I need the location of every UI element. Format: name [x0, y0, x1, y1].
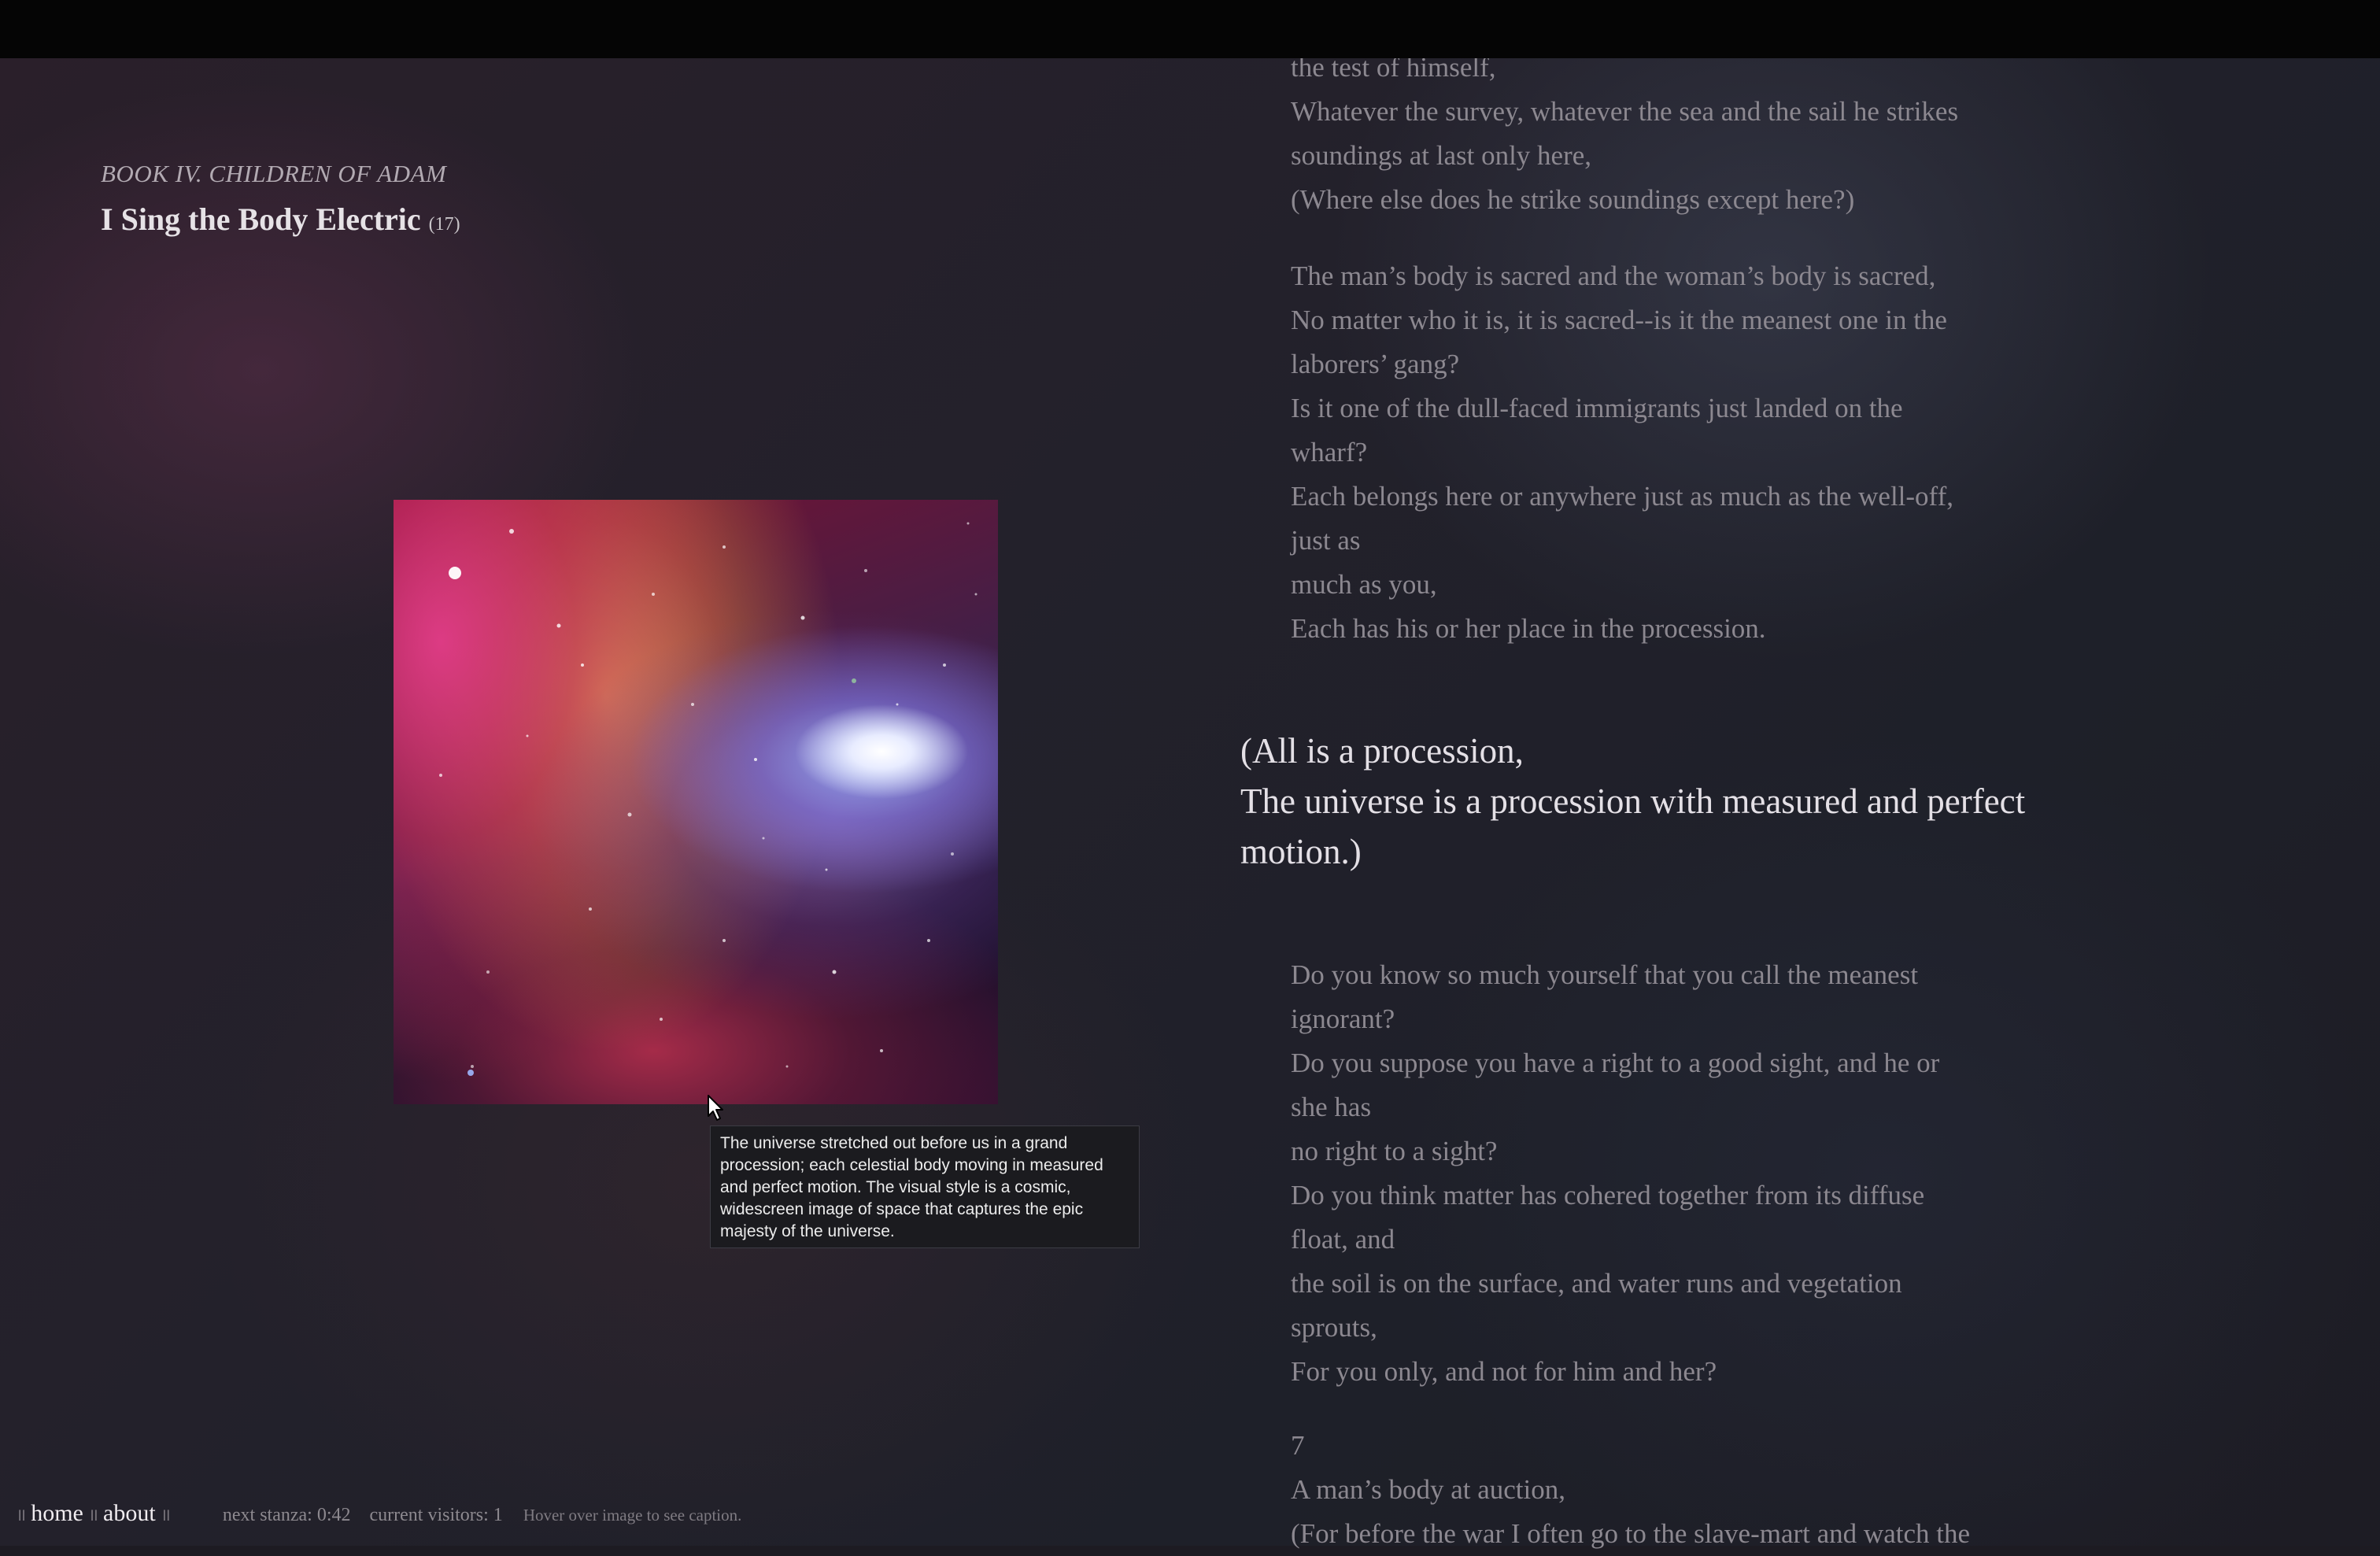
poem-line: (Where else does he strike soundings exc… — [1291, 184, 1855, 215]
poem-text: the test of himself, Whatever the survey… — [0, 0, 2380, 1549]
poem-line: Do you know so much yourself that you ca… — [1291, 959, 1919, 990]
poem-line: A man’s body at auction, — [1291, 1474, 1565, 1505]
poem-line: just as — [1291, 525, 1361, 556]
poem-line: (For before the war I often go to the sl… — [1291, 1518, 1971, 1549]
poem-line: laborers’ gang? — [1291, 349, 1460, 379]
highlighted-stanza: (All is a procession, The universe is a … — [1240, 726, 2025, 877]
image-caption-tooltip: The universe stretched out before us in … — [710, 1125, 1140, 1248]
poem-line: For you only, and not for him and her? — [1291, 1356, 1717, 1387]
poem-line: The man’s body is sacred and the woman’s… — [1291, 261, 1936, 291]
stanza-3: Do you know so much yourself that you ca… — [1291, 953, 1939, 1394]
poem-line: no right to a sight? — [1291, 1136, 1498, 1166]
poem-line: Do you think matter has cohered together… — [1291, 1180, 1925, 1210]
poem-line: the soil is on the surface, and water ru… — [1291, 1268, 1902, 1299]
stanza-2: The man’s body is sacred and the woman’s… — [1291, 254, 1953, 651]
visitor-count: current visitors: 1 — [369, 1505, 503, 1525]
poem-line: wharf? — [1291, 437, 1368, 468]
separator: ॥ — [16, 1505, 27, 1525]
home-link[interactable]: home — [31, 1500, 83, 1527]
poem-line: float, and — [1291, 1224, 1395, 1255]
separator: ॥ — [87, 1505, 99, 1525]
poem-line: (All is a procession, — [1240, 731, 1524, 771]
poem-line: Each has his or her place in the process… — [1291, 613, 1766, 644]
top-bar — [0, 0, 2380, 58]
poem-line: Do you suppose you have a right to a goo… — [1291, 1048, 1940, 1078]
poem-line: she has — [1291, 1092, 1372, 1122]
hover-hint: Hover over image to see caption. — [523, 1506, 742, 1525]
footer-bar: ॥ home ॥ about ॥ next stanza: 0:42 curre… — [11, 1500, 741, 1532]
poem-line: ignorant? — [1291, 1003, 1395, 1034]
stanza-4: 7 A man’s body at auction, (For before t… — [1291, 1424, 1970, 1556]
poem-line: motion.) — [1240, 832, 1362, 871]
poem-line: Whatever the survey, whatever the sea an… — [1291, 96, 1959, 127]
separator: ॥ — [160, 1505, 171, 1525]
poem-line: Is it one of the dull-faced immigrants j… — [1291, 393, 1903, 423]
stanza-1: the test of himself, Whatever the survey… — [1291, 46, 1958, 222]
mouse-cursor-icon — [708, 1095, 723, 1121]
stanza-number: 7 — [1291, 1430, 1305, 1461]
poem-line: No matter who it is, it is sacred--is it… — [1291, 305, 1947, 335]
poem-line: much as you, — [1291, 569, 1437, 600]
next-stanza-timer: next stanza: 0:42 — [222, 1505, 351, 1525]
poem-line: The universe is a procession with measur… — [1240, 782, 2026, 821]
poem-line: soundings at last only here, — [1291, 140, 1592, 171]
poem-line: Each belongs here or anywhere just as mu… — [1291, 481, 1953, 512]
poem-line: sprouts, — [1291, 1312, 1377, 1343]
about-link[interactable]: about — [103, 1500, 156, 1527]
